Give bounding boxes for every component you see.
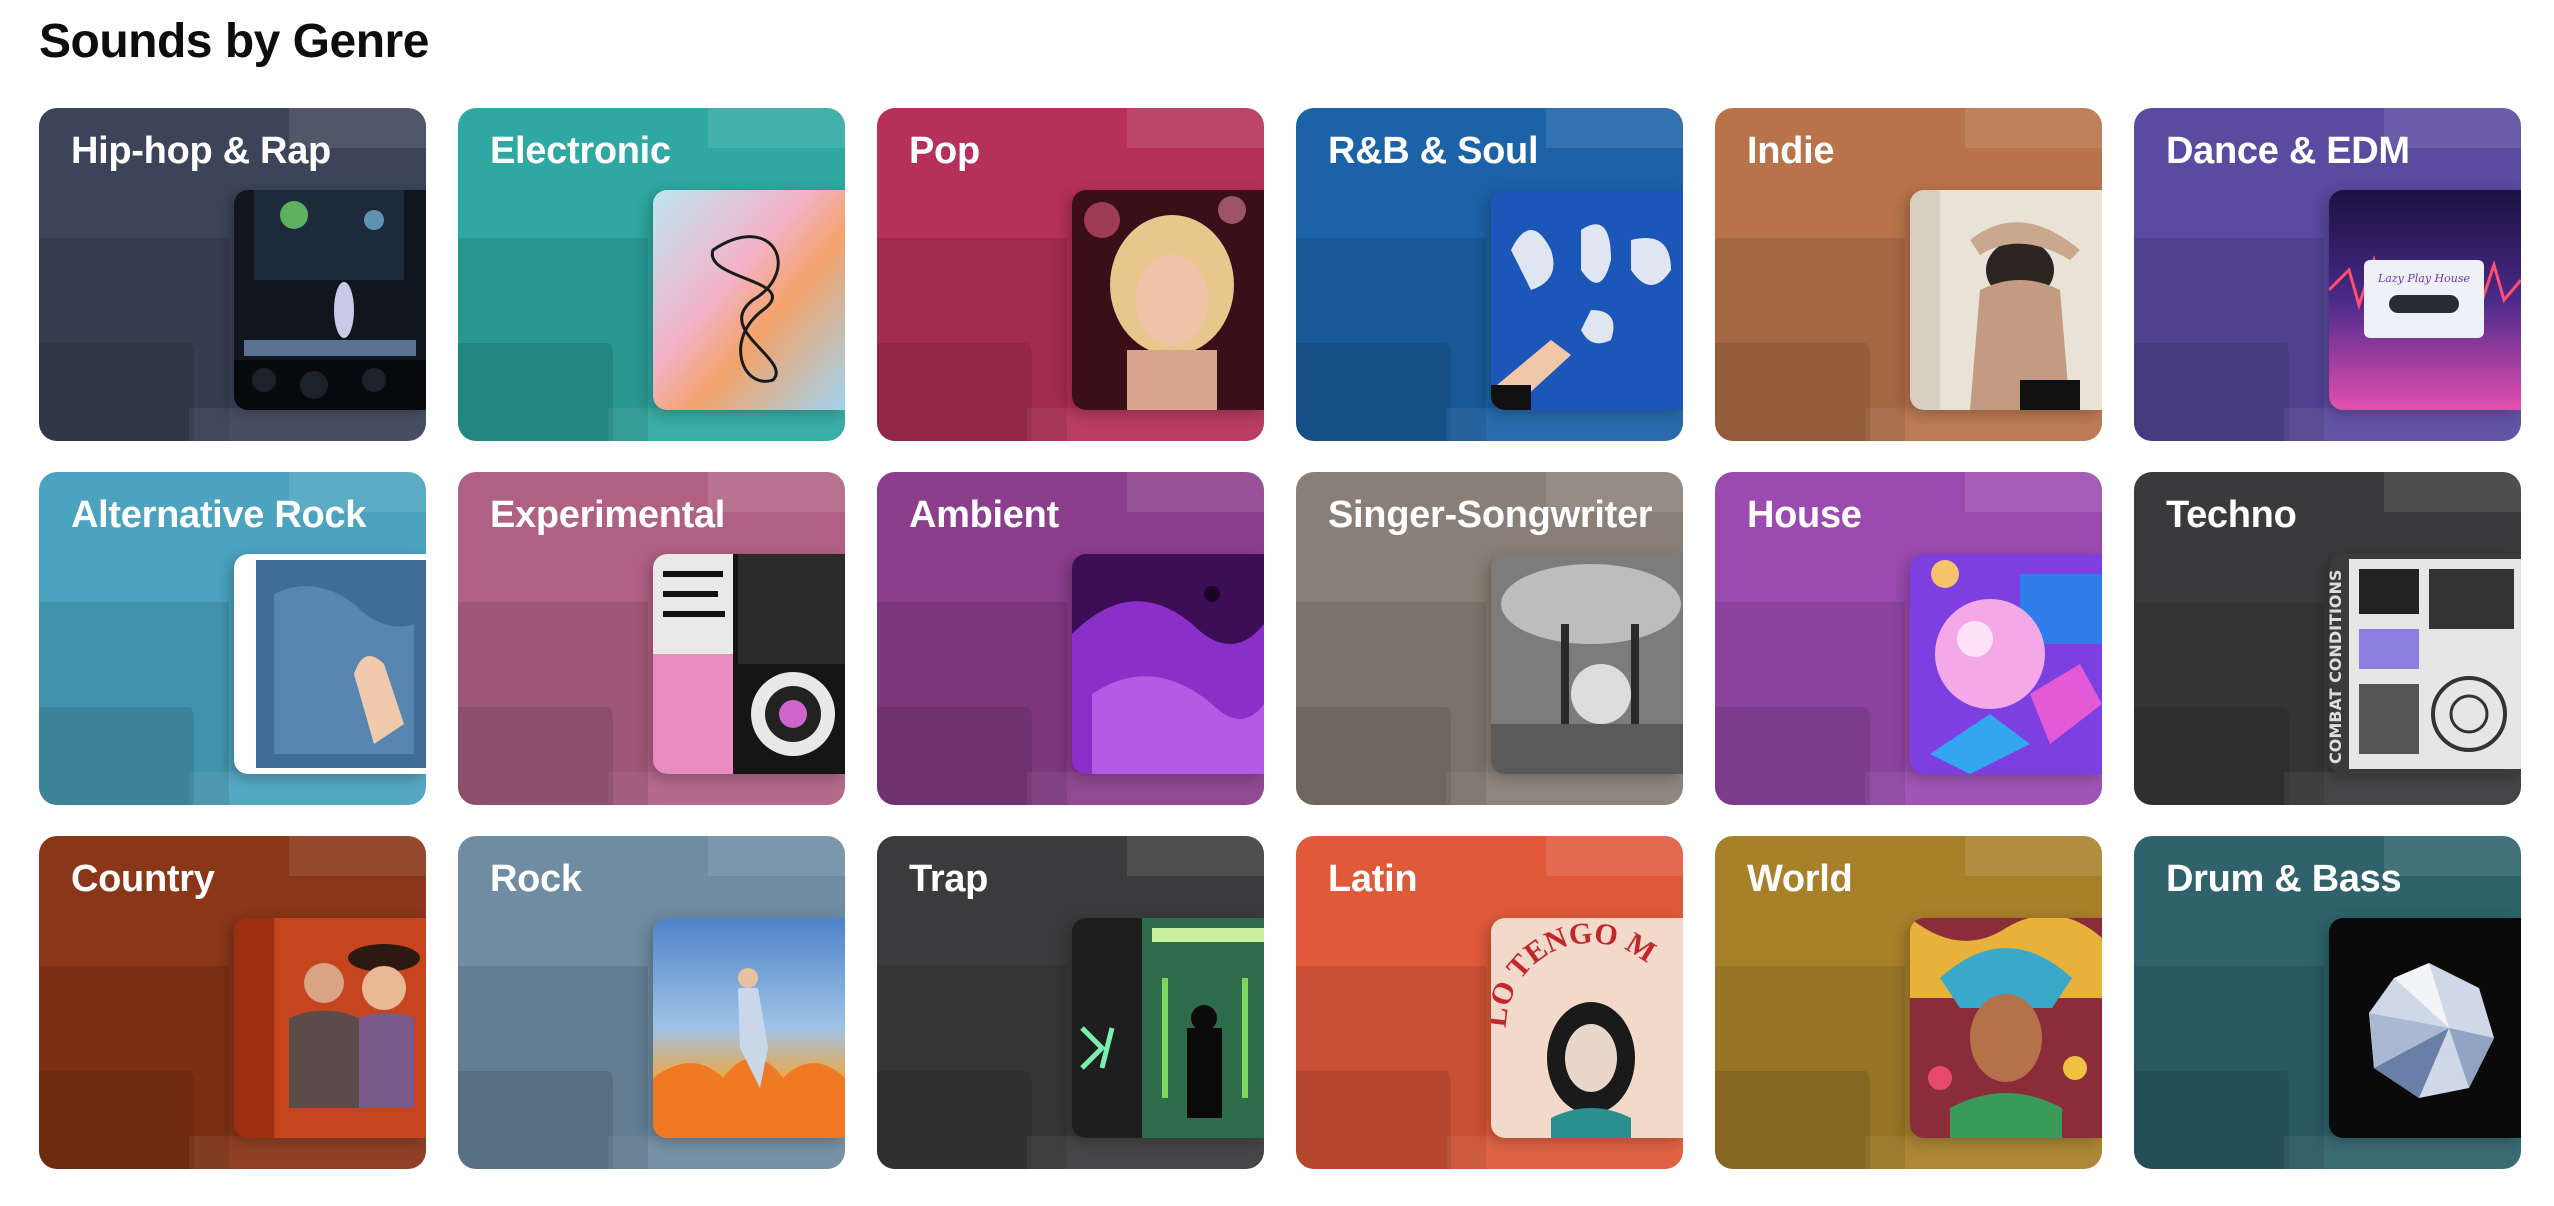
cover-art	[1072, 190, 1264, 410]
cover-art	[1072, 554, 1264, 774]
genre-label: Country	[71, 858, 215, 900]
genre-label: Pop	[909, 130, 980, 172]
cover-art: COMBAT CONDITIONS	[2329, 554, 2521, 774]
genre-label: Drum & Bass	[2166, 858, 2402, 900]
genre-card-trap[interactable]: Trap	[877, 836, 1264, 1169]
genre-card-country[interactable]: Country	[39, 836, 426, 1169]
genre-label: Hip-hop & Rap	[71, 130, 331, 172]
genre-card-indie[interactable]: Indie	[1715, 108, 2102, 441]
genre-label: R&B & Soul	[1328, 130, 1539, 172]
genre-card-alternative-rock[interactable]: Alternative Rock	[39, 472, 426, 805]
genre-card-hip-hop-rap[interactable]: Hip-hop & Rap	[39, 108, 426, 441]
genre-label: World	[1747, 858, 1853, 900]
genre-card-drum-bass[interactable]: Drum & Bass	[2134, 836, 2521, 1169]
cover-art	[234, 918, 426, 1138]
genre-card-electronic[interactable]: Electronic	[458, 108, 845, 441]
cover-art: LO TENGO M	[1491, 918, 1683, 1138]
genre-card-dance-edm[interactable]: Dance & EDM Lazy Play House	[2134, 108, 2521, 441]
cover-art	[1072, 918, 1264, 1138]
genre-label: Ambient	[909, 494, 1059, 536]
genre-card-rock[interactable]: Rock	[458, 836, 845, 1169]
genre-label: Experimental	[490, 494, 726, 536]
genre-card-experimental[interactable]: Experimental	[458, 472, 845, 805]
genre-label: Indie	[1747, 130, 1835, 172]
genre-card-latin[interactable]: Latin LO TENGO M	[1296, 836, 1683, 1169]
genre-label: Electronic	[490, 130, 671, 172]
cover-art	[234, 554, 426, 774]
genre-label: Alternative Rock	[71, 494, 367, 536]
genre-label: Latin	[1328, 858, 1418, 900]
genre-card-pop[interactable]: Pop	[877, 108, 1264, 441]
cover-art	[1910, 190, 2102, 410]
genre-label: Techno	[2166, 494, 2297, 536]
genre-label: Trap	[909, 858, 989, 900]
genre-card-singer-songwriter[interactable]: Singer-Songwriter	[1296, 472, 1683, 805]
cover-art: Lazy Play House	[2329, 190, 2521, 410]
genre-label: Rock	[490, 858, 582, 900]
cover-art	[1910, 554, 2102, 774]
cover-art	[2329, 918, 2521, 1138]
genre-label: Dance & EDM	[2166, 130, 2410, 172]
cover-art	[1491, 190, 1683, 410]
sounds-by-genre-page: Sounds by Genre Hip-hop & Rap Electronic…	[0, 0, 2554, 1206]
genre-card-world[interactable]: World	[1715, 836, 2102, 1169]
svg-text:Lazy Play House: Lazy Play House	[2377, 272, 2471, 285]
cover-art	[1491, 554, 1683, 774]
genre-card-house[interactable]: House	[1715, 472, 2102, 805]
cover-art	[1910, 918, 2102, 1138]
cover-art	[653, 918, 845, 1138]
cover-art	[653, 190, 845, 410]
genre-card-techno[interactable]: Techno COMBAT CONDITIONS	[2134, 472, 2521, 805]
section-title: Sounds by Genre	[39, 15, 429, 68]
genre-card-rnb-soul[interactable]: R&B & Soul	[1296, 108, 1683, 441]
genre-label: House	[1747, 494, 1862, 536]
genre-card-ambient[interactable]: Ambient	[877, 472, 1264, 805]
cover-art	[234, 190, 426, 410]
genre-grid: Hip-hop & Rap Electronic Pop R&B & Soul …	[39, 108, 2521, 1169]
genre-label: Singer-Songwriter	[1328, 494, 1653, 536]
cover-art	[653, 554, 845, 774]
svg-text:COMBAT CONDITIONS: COMBAT CONDITIONS	[2329, 570, 2345, 764]
